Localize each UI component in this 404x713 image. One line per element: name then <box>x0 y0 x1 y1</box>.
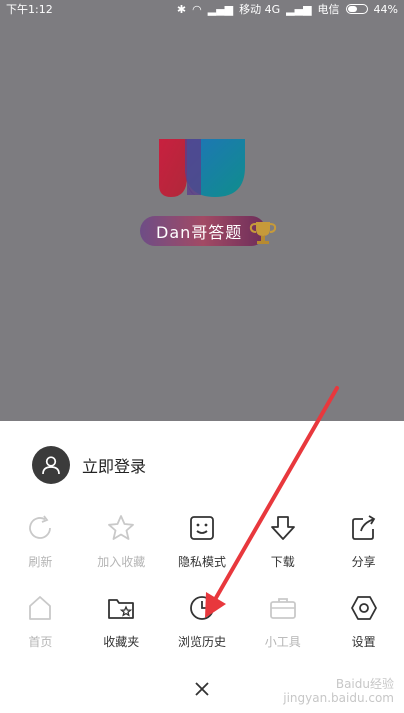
menu-item-label: 分享 <box>351 555 376 569</box>
avatar[interactable] <box>32 446 70 484</box>
watermark-line-2: jingyan.baidu.com <box>283 691 394 705</box>
menu-item-label: 下载 <box>270 555 295 569</box>
status-time: 下午1:12 <box>6 3 53 16</box>
incognito-face-icon <box>190 516 214 540</box>
signal-icon-2: ▂▄▆ <box>286 2 312 16</box>
settings-icon <box>350 596 377 620</box>
menu-item-bookmarks[interactable]: 收藏夹 <box>81 593 162 650</box>
menu-row-2: 首页 收藏夹 浏览历史 小工具 设置 <box>0 593 404 650</box>
menu-item-label: 收藏夹 <box>103 635 140 649</box>
menu-item-label: 设置 <box>351 635 376 649</box>
menu-item-label: 隐私模式 <box>177 555 226 569</box>
bookmarks-folder-icon <box>108 599 135 619</box>
menu-item-label: 浏览历史 <box>177 635 226 649</box>
refresh-icon <box>29 515 52 539</box>
menu-item-label: 首页 <box>28 635 53 649</box>
battery-percent: 44% <box>373 2 398 16</box>
clock-icon <box>190 596 214 620</box>
menu-item-label: 刷新 <box>28 555 53 569</box>
close-icon[interactable] <box>192 679 212 699</box>
menu-item-label: 小工具 <box>264 635 301 649</box>
login-label[interactable]: 立即登录 <box>82 453 146 477</box>
menu-item-download[interactable]: 下载 <box>242 513 323 570</box>
menu-row-1: 刷新 加入收藏 隐私模式 下载 分享 <box>0 513 404 570</box>
toolbox-icon <box>269 598 296 619</box>
wifi-icon: ◠ <box>192 2 202 16</box>
login-row[interactable]: 立即登录 <box>32 446 146 484</box>
menu-item-private-mode[interactable]: 隐私模式 <box>162 513 243 570</box>
status-indicators: ✱ ◠ ▂▄▆ 移动 4G ▂▄▆ 电信 44% <box>177 1 398 17</box>
signal-icon: ▂▄▆ <box>207 2 234 16</box>
menu-item-tools[interactable]: 小工具 <box>242 593 323 650</box>
user-icon <box>42 456 60 475</box>
share-icon <box>351 515 375 540</box>
home-icon <box>29 596 52 620</box>
status-bar: 下午1:12 ✱ ◠ ▂▄▆ 移动 4G ▂▄▆ 电信 44% <box>0 0 404 18</box>
menu-sheet: 立即登录 刷新 加入收藏 隐私模式 下载 分享 首页 收藏夹 浏览历史 小工具 … <box>0 421 404 713</box>
trophy-icon <box>249 222 277 244</box>
menu-item-settings[interactable]: 设置 <box>323 593 404 650</box>
menu-item-add-favorite[interactable]: 加入收藏 <box>81 513 162 570</box>
menu-item-history[interactable]: 浏览历史 <box>162 593 243 650</box>
menu-item-share[interactable]: 分享 <box>323 513 404 570</box>
star-icon <box>108 515 135 540</box>
carrier-telecom: 电信 <box>317 3 340 16</box>
app-logo <box>159 139 245 197</box>
download-icon <box>270 516 295 540</box>
watermark-line-1: Baidu经验 <box>335 677 394 691</box>
menu-item-home[interactable]: 首页 <box>0 593 81 650</box>
menu-item-refresh[interactable]: 刷新 <box>0 513 81 570</box>
carrier-mobile: 移动 4G <box>239 3 281 16</box>
menu-item-label: 加入收藏 <box>97 555 146 569</box>
watermark: Baidu经验 jingyan.baidu.com <box>283 677 394 705</box>
bluetooth-icon: ✱ <box>176 2 187 16</box>
battery-icon <box>345 4 368 14</box>
